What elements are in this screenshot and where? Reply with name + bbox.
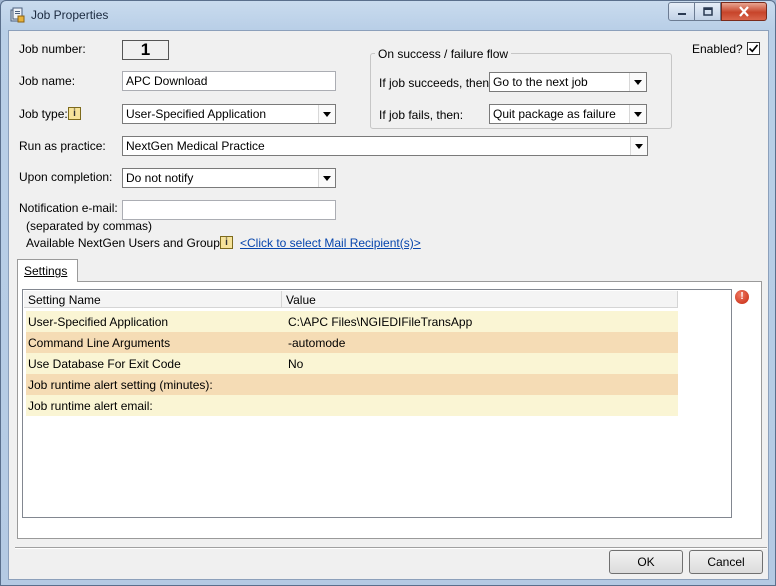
completion-label: Upon completion: [19,170,113,184]
fails-label: If job fails, then: [379,108,464,122]
checkmark-icon [748,44,759,53]
close-icon [739,6,749,17]
setting-name-cell: Job runtime alert email: [28,399,153,413]
tab-settings-label: Settings [24,264,68,278]
grid-header: Setting Name Value [24,291,678,308]
tab-settings[interactable]: Settings [17,259,78,282]
setting-name-cell: User-Specified Application [28,315,169,329]
notification-email-input[interactable] [122,200,336,220]
table-row[interactable]: Command Line Arguments -automode [26,332,678,353]
setting-value-cell: No [288,357,304,371]
fails-dropdown[interactable]: Quit package as failure [489,104,647,124]
title-bar[interactable]: Job Properties [1,1,775,29]
completion-value: Do not notify [126,171,194,185]
table-row[interactable]: User-Specified Application C:\APC Files\… [26,311,678,332]
setting-name-cell: Use Database For Exit Code [28,357,181,371]
users-info-icon[interactable]: i [220,236,233,249]
succeeds-dropdown[interactable]: Go to the next job [489,72,647,92]
succeeds-label: If job succeeds, then: [379,76,493,90]
close-button[interactable] [721,2,767,21]
job-properties-icon [9,7,25,23]
available-users-label: Available NextGen Users and Groups: [26,236,230,250]
job-name-input[interactable]: APC Download [122,71,336,91]
table-row[interactable]: Job runtime alert email: [26,395,678,416]
email-hint: (separated by commas) [26,219,153,233]
job-properties-window: Job Properties Job number: 1 Job name: A… [0,0,776,586]
column-header-setting-name[interactable]: Setting Name [24,291,282,308]
settings-grid[interactable]: Setting Name Value User-Specified Applic… [22,289,732,518]
job-number-label: Job number: [19,42,86,56]
job-name-label: Job name: [19,74,76,88]
succeeds-value: Go to the next job [493,75,588,89]
minimize-icon [677,12,686,15]
fails-value: Quit package as failure [493,107,616,121]
select-mail-recipients-link[interactable]: <Click to select Mail Recipient(s)> [240,236,421,250]
practice-label: Run as practice: [19,139,106,153]
job-type-dropdown[interactable]: User-Specified Application [122,104,336,124]
error-icon[interactable]: ! [735,290,749,304]
table-row[interactable]: Job runtime alert setting (minutes): [26,374,678,395]
setting-value-cell: C:\APC Files\NGIEDIFileTransApp [288,315,473,329]
window-title: Job Properties [31,8,109,22]
dialog-client-area: Job number: 1 Job name: APC Download Job… [8,30,769,580]
maximize-icon [702,7,713,16]
column-header-value[interactable]: Value [282,291,678,308]
practice-value: NextGen Medical Practice [126,139,265,153]
setting-name-cell: Job runtime alert setting (minutes): [28,378,213,392]
minimize-button[interactable] [668,2,695,21]
email-label: Notification e-mail: [19,201,118,215]
chevron-down-icon[interactable] [629,73,646,91]
setting-value-cell: -automode [288,336,346,350]
job-type-label: Job type: [19,107,68,121]
job-type-info-icon[interactable]: i [68,107,81,120]
chevron-down-icon[interactable] [318,105,335,123]
practice-dropdown[interactable]: NextGen Medical Practice [122,136,648,156]
chevron-down-icon[interactable] [629,105,646,123]
chevron-down-icon[interactable] [630,137,647,155]
enabled-checkbox[interactable] [747,42,760,55]
cancel-button[interactable]: Cancel [689,550,763,574]
setting-name-cell: Command Line Arguments [28,336,171,350]
completion-dropdown[interactable]: Do not notify [122,168,336,188]
job-type-value: User-Specified Application [126,107,267,121]
flow-legend: On success / failure flow [375,47,512,61]
ok-button[interactable]: OK [609,550,683,574]
enabled-label: Enabled? [692,42,743,56]
footer-divider [15,547,767,549]
job-number-value: 1 [122,40,169,60]
maximize-button[interactable] [695,2,721,21]
table-row[interactable]: Use Database For Exit Code No [26,353,678,374]
chevron-down-icon[interactable] [318,169,335,187]
